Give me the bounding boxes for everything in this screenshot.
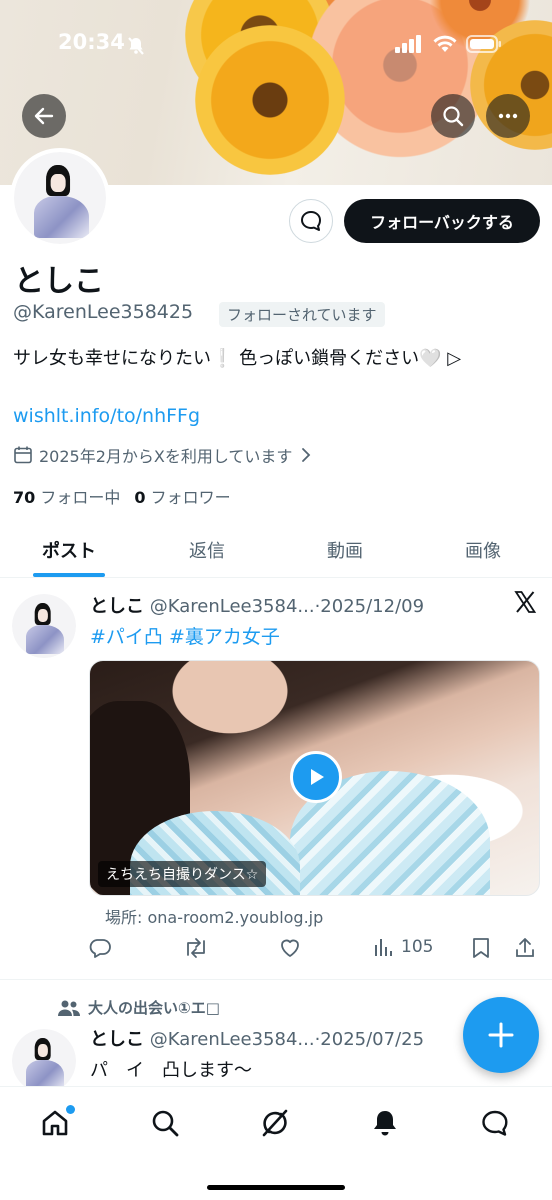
community-name: 大人の出会い①エ□ [88, 999, 220, 1017]
nav-messages[interactable] [475, 1103, 515, 1143]
profile-bio: サレ女も幸せになりたい❕ 色っぽい鎖骨ください🤍 ▷ [13, 348, 462, 369]
joined-date[interactable]: 2025年2月からXを利用しています [13, 443, 314, 467]
profile-link[interactable]: wishlt.info/to/nhFFg [13, 405, 200, 427]
wifi-icon [432, 34, 458, 58]
nav-home[interactable] [35, 1103, 75, 1143]
back-button[interactable] [22, 94, 66, 138]
repost-icon [187, 938, 205, 958]
people-icon [58, 1000, 80, 1016]
message-button[interactable] [289, 199, 333, 243]
profile-name: としこ [14, 264, 104, 299]
following-link[interactable]: 70 フォロー中 [13, 488, 120, 507]
community-label[interactable]: 大人の出会い①エ□ [58, 997, 220, 1018]
plus-icon [488, 1022, 514, 1048]
post-avatar[interactable] [12, 1029, 76, 1086]
heart-icon [281, 939, 299, 957]
tab-images[interactable]: 画像 [414, 522, 552, 577]
bell-icon [374, 1111, 396, 1136]
notification-dot [66, 1105, 75, 1114]
reply-icon [89, 939, 111, 958]
views-count: 105 [401, 937, 434, 957]
tab-replies[interactable]: 返信 [138, 522, 276, 577]
silent-bell-icon [126, 36, 146, 60]
followers-count: 0 [134, 488, 146, 507]
views-button[interactable]: 105 [373, 936, 433, 958]
follows-you-badge: フォローされています [219, 302, 385, 327]
repost-button[interactable] [183, 936, 209, 960]
more-dots-icon [498, 113, 518, 119]
post-text: パ イ 凸します〜 [90, 1060, 252, 1081]
status-bar: 20:34 [0, 28, 552, 64]
post-hashtags[interactable]: #パイ凸 #裏アカ女子 [90, 622, 280, 649]
tab-videos[interactable]: 動画 [276, 522, 414, 577]
tab-posts[interactable]: ポスト [0, 522, 138, 577]
play-icon [311, 769, 324, 785]
reply-button[interactable] [88, 936, 112, 960]
post-header: としこ @KarenLee3584...·2025/07/25 [90, 1025, 424, 1051]
followers-label: フォロワー [150, 488, 231, 507]
profile-tabs: ポスト 返信 動画 画像 [0, 522, 552, 578]
following-label: フォロー中 [40, 488, 121, 507]
bookmark-icon [473, 938, 489, 958]
profile-avatar[interactable] [10, 148, 110, 248]
compose-post-button[interactable] [463, 997, 539, 1073]
followers-link[interactable]: 0 フォロワー [134, 488, 230, 507]
status-time: 20:34 [58, 30, 125, 54]
post-header: としこ @KarenLee3584...·2025/12/09 [90, 592, 424, 618]
bookmark-button[interactable] [470, 936, 492, 960]
chevron-right-icon [302, 448, 311, 462]
home-indicator [207, 1185, 345, 1190]
more-options-button[interactable] [486, 94, 530, 138]
post-video[interactable]: えちえち自撮りダンス☆ [89, 660, 540, 896]
following-count: 70 [13, 488, 36, 507]
search-button[interactable] [431, 94, 475, 138]
post-meta: @KarenLee3584...·2025/12/09 [149, 596, 425, 617]
bar-chart-icon [375, 939, 392, 956]
cellular-signal-icon [395, 35, 423, 57]
play-button[interactable] [290, 751, 342, 803]
arrow-left-icon [34, 107, 54, 125]
post-actions: 105 [88, 936, 540, 966]
nav-search[interactable] [145, 1103, 185, 1143]
battery-icon [466, 35, 502, 57]
post-meta: @KarenLee3584...·2025/07/25 [149, 1029, 425, 1050]
search-icon [152, 1110, 179, 1137]
calendar-icon [14, 446, 32, 464]
like-button[interactable] [278, 936, 302, 960]
share-icon [516, 938, 534, 957]
post-item[interactable]: としこ @KarenLee3584...·2025/12/09 #パイ凸 #裏ア… [0, 578, 552, 980]
bottom-navigation [0, 1086, 552, 1200]
profile-handle: @KarenLee358425 [13, 301, 194, 323]
nav-grok[interactable] [255, 1103, 295, 1143]
video-caption: えちえち自撮りダンス☆ [98, 861, 267, 887]
share-button[interactable] [514, 936, 536, 960]
x-logo-icon [513, 590, 537, 618]
chat-bubble-icon [301, 211, 321, 231]
post-avatar[interactable] [12, 594, 76, 658]
follow-back-button[interactable]: フォローバックする [344, 199, 540, 243]
joined-text: 2025年2月からXを利用しています [39, 447, 293, 466]
nav-notifications[interactable] [365, 1103, 405, 1143]
chat-bubble-icon [482, 1110, 508, 1136]
post-location[interactable]: 場所: ona-room2.youblog.jp [105, 904, 323, 928]
follow-stats: 70 フォロー中 0 フォロワー [13, 484, 231, 508]
grok-icon [262, 1109, 288, 1137]
post-author-name[interactable]: としこ [90, 1029, 144, 1050]
post-author-name[interactable]: としこ [90, 596, 144, 617]
search-icon [443, 106, 464, 127]
